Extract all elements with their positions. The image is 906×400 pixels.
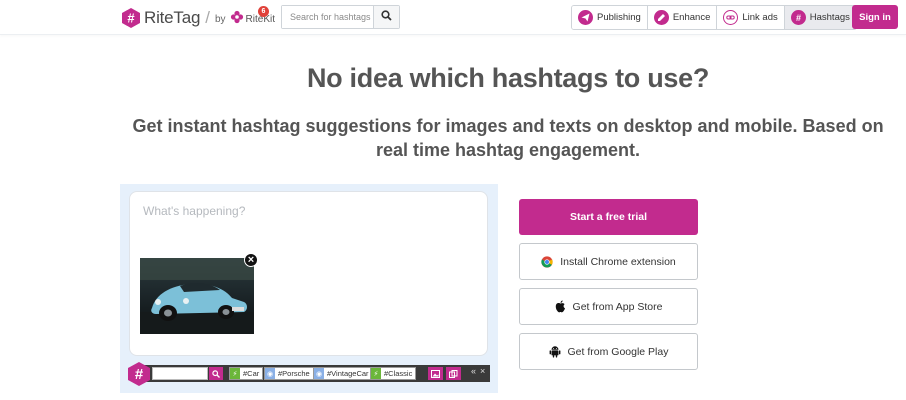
hashtag-chip-label: #Classic [384,369,413,378]
pencil-icon [653,10,669,25]
svg-text:#: # [796,13,801,22]
nav-hashtags-label: Hashtags [809,12,850,23]
hashtag-chip-classic[interactable]: ⚡ #Classic [370,367,417,380]
nav-enhance[interactable]: Enhance [647,6,718,29]
composer-placeholder: What's happening? [143,204,246,218]
page-headline: No idea which hashtags to use? [306,63,710,93]
image-icon [431,365,440,383]
hashtag-chip-label: #VintageCar [327,369,369,378]
chrome-icon [541,255,553,268]
link-icon [723,10,739,25]
ritetag-logo[interactable]: # RiteTag / by RiteKit [120,6,275,30]
search-icon [212,365,220,383]
hashtag-hex-icon: # [126,362,152,391]
remove-image-button[interactable]: × [244,253,258,267]
hashtag-chip-car[interactable]: ⚡ #Car [229,367,264,380]
hashtag-search [281,5,400,29]
eye-icon: ◉ [265,368,275,379]
sign-in-button[interactable]: Sign in [852,5,898,29]
top-navbar: # RiteTag / by RiteKit 6 Search for hash… [0,0,906,35]
hashtag-chip-label: #Porsche [278,369,310,378]
hashtag-chip-label: #Car [243,369,260,378]
hashtag-icon: # [790,10,806,25]
nav-publishing-label: Publishing [597,12,641,23]
eye-icon: ◉ [314,368,324,379]
close-toolbar-button[interactable]: × [480,366,485,376]
bolt-icon: ⚡ [371,368,381,379]
search-button[interactable] [373,6,399,28]
svg-text:#: # [127,11,135,26]
car-photo [140,258,254,334]
hashtag-toolbar-toggle[interactable]: # [126,361,152,387]
toolbar-copy-button[interactable] [446,367,461,380]
start-free-trial-button[interactable]: Start a free trial [519,199,698,235]
collapse-toolbar-button[interactable]: « [471,366,476,376]
install-chrome-extension-button[interactable]: Install Chrome extension [519,243,698,280]
nav-link-ads[interactable]: Link ads [717,6,785,29]
hashtag-chip-vintagecar[interactable]: ◉ #VintageCar [313,367,373,380]
hashtag-chip-porsche[interactable]: ◉ #Porsche [264,367,314,380]
get-from-app-store-button[interactable]: Get from App Store [519,288,698,325]
page-subheadline: Get instant hashtag suggestions for imag… [132,116,884,160]
paper-plane-icon [578,10,593,25]
install-chrome-extension-label: Install Chrome extension [560,255,676,268]
nav-hashtags[interactable]: # Hashtags [784,6,856,29]
product-nav: Publishing Enhance Link ads # Hashtags [571,5,857,30]
get-from-google-play-label: Get from Google Play [567,345,669,358]
logo-separator: / [205,8,210,27]
logo-text: RiteTag [144,8,201,27]
notification-badge[interactable]: 6 [258,6,269,17]
toolbar-search-button[interactable] [209,367,223,380]
bolt-icon: ⚡ [230,368,240,379]
nav-publishing[interactable]: Publishing [572,6,648,29]
search-input[interactable] [282,6,373,28]
hashtag-logo-icon: # [120,7,142,29]
by-text: by [214,14,226,25]
toolbar-image-button[interactable] [428,367,443,380]
search-icon [381,8,392,26]
get-from-google-play-button[interactable]: Get from Google Play [519,333,698,370]
toolbar-search-input[interactable] [152,367,208,380]
get-from-app-store-label: Get from App Store [572,300,663,313]
svg-text:#: # [135,366,144,383]
ritekit-flower-icon [230,10,244,29]
apple-icon [555,300,566,313]
nav-link-ads-label: Link ads [742,12,778,23]
copy-icon [449,365,458,383]
nav-enhance-label: Enhance [672,12,711,23]
android-icon [549,345,561,358]
